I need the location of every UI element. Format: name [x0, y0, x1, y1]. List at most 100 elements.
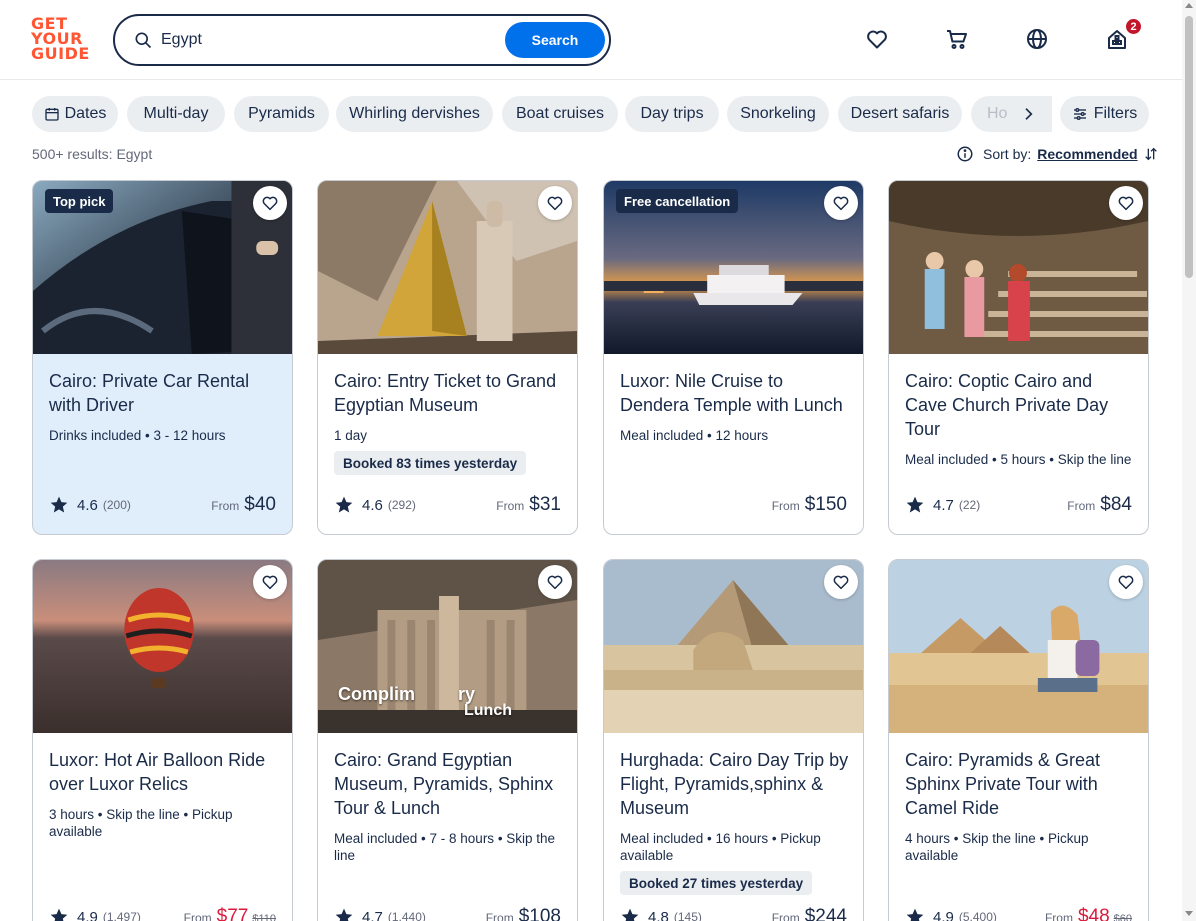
sale-price-value: $48 [1077, 906, 1110, 921]
card-title[interactable]: Cairo: Private Car Rental with Driver [49, 369, 279, 417]
chip-label: Day trips [640, 105, 704, 122]
image-overlay-text: Lunch [464, 702, 512, 719]
chip-boat-cruises[interactable]: Boat cruises [502, 96, 618, 132]
heart-icon [1118, 575, 1134, 590]
chip-multi-day[interactable]: Multi-day [127, 96, 225, 132]
heart-icon [547, 575, 563, 590]
activity-card[interactable]: Cairo: Coptic Cairo and Cave Church Priv… [888, 180, 1149, 535]
search-input[interactable] [161, 28, 501, 52]
activity-card[interactable]: Top pick Cairo: Private Car Rental with … [32, 180, 293, 535]
cart-icon[interactable] [944, 26, 970, 52]
favorite-button[interactable] [824, 565, 858, 599]
price-value: $108 [518, 906, 561, 921]
favorite-button[interactable] [1109, 565, 1143, 599]
chip-label: Desert safaris [850, 105, 950, 122]
price-from-label: From [1067, 499, 1096, 513]
rating-value: 4.6 [362, 496, 383, 514]
filter-chips-row: Dates Multi-day Pyramids Whirling dervis… [32, 96, 1052, 132]
image-overlay-text: Complim [338, 684, 416, 704]
search-icon [135, 32, 152, 49]
chip-pyramids[interactable]: Pyramids [234, 96, 329, 132]
star-icon [50, 908, 68, 921]
chip-label: Dates [64, 105, 107, 122]
sort-value[interactable]: Recommended [1037, 146, 1137, 162]
chip-dates[interactable]: Dates [32, 96, 118, 132]
card-meta: 3 hours • Skip the line • Pickup availab… [49, 807, 233, 839]
chip-desert-safaris[interactable]: Desert safaris [838, 96, 962, 132]
cart-count-badge: 2 [1124, 17, 1143, 36]
original-price: $110 [252, 913, 276, 921]
star-icon [50, 496, 68, 513]
review-count: (145) [673, 910, 702, 921]
chips-next-arrow[interactable] [1014, 100, 1042, 128]
scrollbar-thumb[interactable] [1185, 16, 1193, 278]
scroll-down-arrow[interactable] [1185, 911, 1193, 916]
calendar-icon [44, 108, 59, 121]
card-title[interactable]: Luxor: Nile Cruise to Dendera Temple wit… [620, 369, 850, 417]
favorite-button[interactable] [538, 186, 572, 220]
favorite-button[interactable] [253, 186, 287, 220]
search-button[interactable]: Search [505, 22, 605, 58]
card-meta: 4 hours • Skip the line • Pickup availab… [905, 831, 1089, 863]
star-icon [621, 908, 639, 921]
scroll-up-arrow[interactable] [1185, 3, 1193, 8]
card-title[interactable]: Cairo: Pyramids & Great Sphinx Private T… [905, 748, 1135, 820]
card-price: From $150 [772, 494, 847, 520]
page-scrollbar[interactable] [1182, 0, 1196, 921]
card-meta: Meal included • 12 hours [620, 428, 769, 443]
card-price: From $31 [496, 494, 561, 520]
chip-day-trips[interactable]: Day trips [625, 96, 719, 132]
info-icon[interactable] [956, 145, 974, 163]
card-rating: 4.6 (292) [334, 493, 416, 517]
chevron-right-icon [1025, 108, 1033, 120]
activity-card[interactable]: Cairo: Entry Ticket to Grand Egyptian Mu… [317, 180, 578, 535]
price-from-label: From [485, 911, 514, 921]
sort-label: Sort by: [983, 146, 1032, 162]
getyourguide-logo[interactable]: GET YOUR GUIDE [31, 16, 91, 64]
star-icon [906, 496, 924, 513]
activity-card[interactable]: Luxor: Hot Air Balloon Ride over Luxor R… [32, 559, 293, 921]
price-from-label: From [496, 499, 525, 513]
booked-badge: Booked 27 times yesterday [620, 871, 813, 895]
card-meta: Meal included • 5 hours • Skip the line [905, 452, 1132, 467]
activity-card[interactable]: Cairo: Pyramids & Great Sphinx Private T… [888, 559, 1149, 921]
favorite-button[interactable] [253, 565, 287, 599]
heart-icon [833, 575, 849, 590]
card-title[interactable]: Cairo: Entry Ticket to Grand Egyptian Mu… [334, 369, 564, 417]
card-title[interactable]: Cairo: Grand Egyptian Museum, Pyramids, … [334, 748, 564, 820]
favorite-button[interactable] [1109, 186, 1143, 220]
sort-control[interactable]: Sort by: Recommended [956, 144, 1159, 164]
card-price: From $40 [211, 494, 276, 520]
card-title[interactable]: Hurghada: Cairo Day Trip by Flight, Pyra… [620, 748, 850, 820]
globe-icon[interactable] [1024, 26, 1050, 52]
rating-value: 4.9 [77, 908, 98, 921]
filters-button[interactable]: Filters [1060, 96, 1149, 132]
chip-label: Boat cruises [515, 105, 605, 122]
activity-card[interactable]: Free cancellation Luxor: Nile Cruise to … [603, 180, 864, 535]
card-title[interactable]: Luxor: Hot Air Balloon Ride over Luxor R… [49, 748, 279, 796]
price-value: $40 [244, 494, 276, 515]
activity-card[interactable]: Complim ry Lunch Cairo: Grand Egyptian M… [317, 559, 578, 921]
price-from-label: From [771, 499, 800, 513]
price-from-label: From [211, 499, 240, 513]
wishlist-icon[interactable] [864, 26, 890, 52]
favorite-button[interactable] [538, 565, 572, 599]
card-price: From $84 [1067, 494, 1132, 520]
card-price: From $244 [772, 906, 847, 921]
chip-whirling-dervishes[interactable]: Whirling dervishes [336, 96, 493, 132]
chip-snorkeling[interactable]: Snorkeling [727, 96, 829, 132]
heart-icon [833, 196, 849, 211]
rating-value: 4.8 [648, 908, 669, 921]
favorite-button[interactable] [824, 186, 858, 220]
card-rating: 4.6 (200) [49, 493, 131, 517]
heart-icon [547, 196, 563, 211]
card-title[interactable]: Cairo: Coptic Cairo and Cave Church Priv… [905, 369, 1135, 441]
chip-label: Multi-day [143, 105, 209, 122]
star-icon [335, 908, 353, 921]
rating-value: 4.6 [77, 496, 98, 514]
top-header: GET YOUR GUIDE Search 2 [0, 0, 1182, 80]
rating-value: 4.7 [933, 496, 954, 514]
logo-line-3: GUIDE [31, 44, 90, 63]
rating-value: 4.9 [933, 908, 954, 921]
activity-card[interactable]: Hurghada: Cairo Day Trip by Flight, Pyra… [603, 559, 864, 921]
